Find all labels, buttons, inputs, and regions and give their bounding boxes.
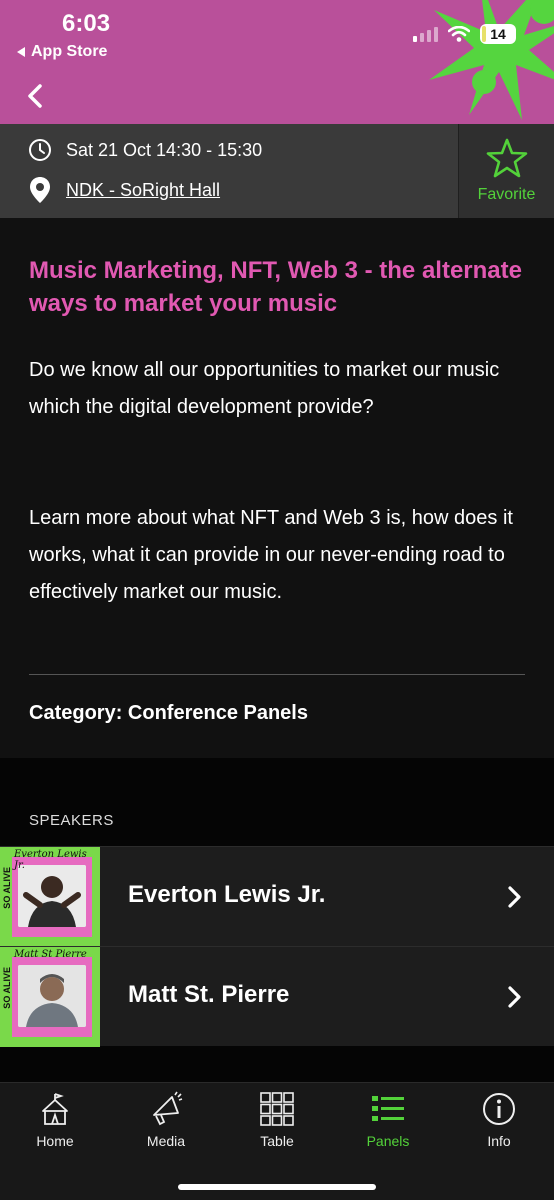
session-description-paragraph: Do we know all our opportunities to mark… xyxy=(29,359,500,418)
session-details: Music Marketing, NFT, Web 3 - the altern… xyxy=(0,218,554,758)
tab-label: Table xyxy=(260,1133,294,1149)
speaker-row[interactable]: Matt St Pierre SO ALIVE Matt St. Pierre xyxy=(0,946,554,1047)
session-info-bar: Sat 21 Oct 14:30 - 15:30 NDK - SoRight H… xyxy=(0,124,554,218)
tab-panels[interactable]: Panels xyxy=(333,1091,443,1149)
clock-icon xyxy=(29,139,51,161)
app-header: 6:03 App Store 14 xyxy=(0,0,554,124)
speaker-name: Matt St. Pierre xyxy=(128,981,290,1008)
speaker-thumb-name: Matt St Pierre xyxy=(14,949,87,960)
tab-label: Panels xyxy=(366,1133,410,1149)
speakers-heading: SPEAKERS xyxy=(29,812,114,829)
favorite-label: Favorite xyxy=(477,186,536,203)
session-category: Category: Conference Panels xyxy=(29,702,308,724)
session-title: Music Marketing, NFT, Web 3 - the altern… xyxy=(29,257,522,317)
back-to-app-link[interactable]: App Store xyxy=(17,43,107,61)
back-chevron-icon[interactable] xyxy=(22,82,50,110)
list-icon xyxy=(372,1096,404,1121)
speaker-thumb-name: Everton Lewis Jr. xyxy=(14,849,87,871)
back-triangle-icon xyxy=(17,47,25,57)
wifi-icon xyxy=(448,26,470,42)
speaker-thumb-brand: SO ALIVE xyxy=(2,967,12,1009)
tab-table[interactable]: Table xyxy=(222,1091,332,1149)
status-indicators: 14 xyxy=(413,24,516,44)
favorite-button[interactable]: Favorite xyxy=(458,124,554,218)
battery-indicator: 14 xyxy=(480,24,516,44)
session-location-link[interactable]: NDK - SoRight Hall xyxy=(66,180,220,201)
megaphone-icon xyxy=(153,1091,183,1126)
chevron-right-icon xyxy=(508,986,521,1008)
speaker-avatar: Matt St Pierre SO ALIVE xyxy=(0,947,100,1047)
tab-info[interactable]: Info xyxy=(444,1091,554,1149)
tab-label: Info xyxy=(487,1133,511,1149)
battery-percent: 14 xyxy=(490,26,506,42)
battery-fill xyxy=(482,26,487,42)
tab-media[interactable]: Media xyxy=(111,1091,221,1149)
session-description-paragraph: Learn more about what NFT and Web 3 is, … xyxy=(29,507,513,603)
session-location-row[interactable]: NDK - SoRight Hall xyxy=(28,176,220,204)
speaker-row[interactable]: Everton Lewis Jr. SO ALIVE Everton Lewis… xyxy=(0,846,554,947)
home-indicator xyxy=(178,1184,376,1190)
back-to-app-label: App Store xyxy=(31,43,108,60)
grid-icon xyxy=(260,1092,294,1126)
star-icon xyxy=(486,138,527,178)
speaker-avatar: Everton Lewis Jr. SO ALIVE xyxy=(0,847,100,947)
tab-label: Home xyxy=(36,1133,74,1149)
bottom-tab-bar: Home Media Table Panels Info xyxy=(0,1082,554,1200)
session-datetime: Sat 21 Oct 14:30 - 15:30 xyxy=(66,139,263,160)
speaker-name: Everton Lewis Jr. xyxy=(128,881,326,908)
info-icon xyxy=(483,1093,515,1125)
divider xyxy=(29,674,525,675)
tent-icon xyxy=(42,1093,68,1125)
cellular-signal-icon xyxy=(413,26,438,42)
tab-label: Media xyxy=(146,1133,186,1149)
splash-graphic xyxy=(429,0,554,120)
speaker-thumb-brand: SO ALIVE xyxy=(2,867,12,909)
tab-home[interactable]: Home xyxy=(0,1091,110,1149)
location-pin-icon xyxy=(30,177,50,203)
session-datetime-row: Sat 21 Oct 14:30 - 15:30 xyxy=(28,138,262,162)
chevron-right-icon xyxy=(508,886,521,908)
status-time: 6:03 xyxy=(62,10,111,37)
